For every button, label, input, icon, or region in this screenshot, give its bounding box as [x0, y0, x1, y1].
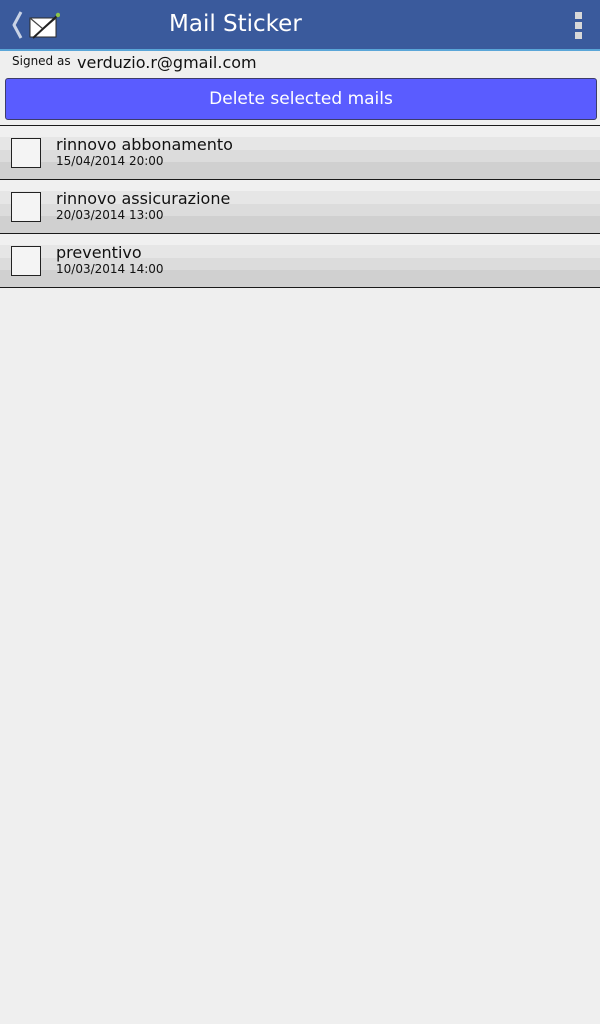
delete-selected-button[interactable]: Delete selected mails: [5, 78, 597, 120]
mail-date: 20/03/2014 13:00: [56, 208, 164, 222]
mail-date: 10/03/2014 14:00: [56, 262, 164, 276]
envelope-pen-icon: [29, 12, 60, 39]
mail-date: 15/04/2014 20:00: [56, 154, 164, 168]
signed-as-label: Signed as: [12, 54, 71, 68]
home-up-button[interactable]: [6, 6, 62, 44]
mail-checkbox[interactable]: [11, 246, 41, 276]
action-bar: Mail Sticker: [0, 0, 600, 51]
chevron-left-icon: [12, 11, 23, 39]
mail-row[interactable]: preventivo 10/03/2014 14:00: [0, 233, 600, 288]
mail-checkbox[interactable]: [11, 138, 41, 168]
mail-row[interactable]: rinnovo assicurazione 20/03/2014 13:00: [0, 179, 600, 233]
account-email: verduzio.r@gmail.com: [77, 53, 257, 72]
app-title: Mail Sticker: [169, 11, 302, 37]
overflow-menu-icon[interactable]: [566, 9, 592, 41]
mail-checkbox[interactable]: [11, 192, 41, 222]
mail-row[interactable]: rinnovo abbonamento 15/04/2014 20:00: [0, 125, 600, 179]
mail-subject: rinnovo assicurazione: [56, 189, 231, 208]
mail-list: rinnovo abbonamento 15/04/2014 20:00 rin…: [0, 125, 600, 288]
mail-subject: preventivo: [56, 243, 142, 262]
mail-subject: rinnovo abbonamento: [56, 135, 233, 154]
